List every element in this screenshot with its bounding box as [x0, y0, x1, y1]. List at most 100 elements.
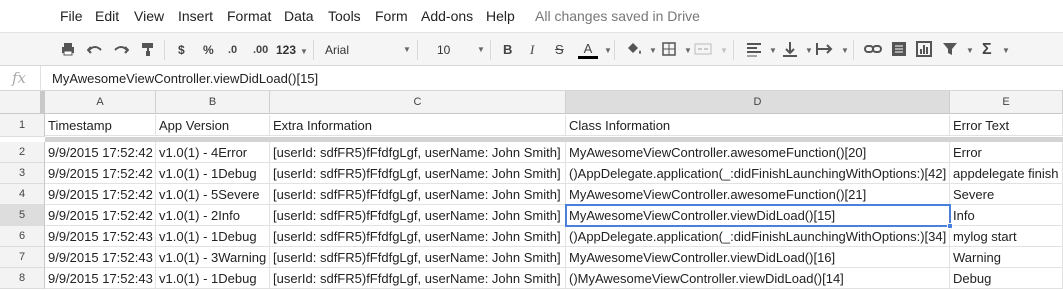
toolbar-divider [733, 40, 734, 60]
chevron-down-icon: ▼ [805, 46, 813, 55]
cell-a3[interactable]: 9/9/2015 17:52:42 [45, 163, 156, 184]
undo-icon[interactable] [87, 41, 103, 59]
cell-a7[interactable]: 9/9/2015 17:52:43 [45, 247, 156, 268]
menu-data[interactable]: Data [284, 8, 314, 24]
horizontal-align-icon[interactable] [746, 41, 762, 59]
column-header-b[interactable]: B [156, 91, 270, 114]
column-header-c[interactable]: C [270, 91, 566, 114]
redo-icon[interactable] [113, 41, 129, 59]
cell-c2[interactable]: [userId: sdfFR5)fFfdfgLgf, userName: Joh… [270, 142, 566, 163]
paint-format-icon[interactable] [140, 41, 156, 59]
cell-c4[interactable]: [userId: sdfFR5)fFfdfgLgf, userName: Joh… [270, 184, 566, 205]
decrease-decimal-button[interactable]: .0 [228, 41, 237, 59]
print-icon[interactable] [60, 41, 76, 59]
insert-comment-icon[interactable] [891, 41, 907, 59]
font-size-dropdown[interactable]: 10 ▼ [437, 41, 487, 59]
chevron-down-icon: ▼ [684, 46, 692, 55]
filter-icon[interactable] [942, 41, 958, 59]
menu-tools[interactable]: Tools [328, 8, 361, 24]
cell-d3[interactable]: ()AppDelegate.application(_:didFinishLau… [566, 163, 950, 184]
menu-format[interactable]: Format [227, 8, 271, 24]
cell-b1[interactable]: App Version [156, 115, 270, 136]
column-header-e[interactable]: E [950, 91, 1063, 114]
functions-button[interactable]: Σ [982, 41, 992, 59]
row-header-3[interactable]: 3 [0, 163, 45, 184]
cell-d7[interactable]: MyAwesomeViewController.viewDidLoad()[16… [566, 247, 950, 268]
chevron-down-icon: ▼ [1002, 46, 1010, 55]
text-color-button[interactable]: A [578, 41, 598, 59]
cell-a6[interactable]: 9/9/2015 17:52:43 [45, 226, 156, 247]
number-format-dropdown[interactable]: 123 ▼ [276, 41, 308, 59]
save-status: All changes saved in Drive [535, 8, 700, 24]
insert-chart-icon[interactable] [916, 41, 932, 59]
row-header-5[interactable]: 5 [0, 205, 45, 226]
text-wrap-icon[interactable] [815, 41, 835, 59]
cell-c7[interactable]: [userId: sdfFR5)fFfdfgLgf, userName: Joh… [270, 247, 566, 268]
fx-icon: fx [12, 69, 27, 87]
cell-c8[interactable]: [userId: sdfFR5)fFfdfgLgf, userName: Joh… [270, 268, 566, 289]
cell-e6[interactable]: mylog start [950, 226, 1063, 247]
cell-d1[interactable]: Class Information [566, 115, 950, 136]
cell-a4[interactable]: 9/9/2015 17:52:42 [45, 184, 156, 205]
column-header-d[interactable]: D [566, 91, 950, 114]
menu-view[interactable]: View [134, 8, 164, 24]
column-header-a[interactable]: A [45, 91, 156, 114]
fill-color-icon[interactable] [625, 41, 643, 59]
cell-c5[interactable]: [userId: sdfFR5)fFfdfgLgf, userName: Joh… [270, 205, 566, 226]
menu-form[interactable]: Form [375, 8, 408, 24]
menu-insert[interactable]: Insert [178, 8, 213, 24]
cell-a8[interactable]: 9/9/2015 17:52:43 [45, 268, 156, 289]
row-header-1[interactable]: 1 [0, 114, 45, 137]
cell-b7[interactable]: v1.0(1) - 3Warning [156, 247, 270, 268]
cell-b3[interactable]: v1.0(1) - 1Debug [156, 163, 270, 184]
menu-edit[interactable]: Edit [95, 8, 119, 24]
merge-cells-icon[interactable] [694, 41, 712, 59]
cell-d2[interactable]: MyAwesomeViewController.awesomeFunction(… [566, 142, 950, 163]
insert-link-icon[interactable] [864, 41, 882, 59]
cell-e5[interactable]: Info [950, 205, 1063, 226]
italic-button[interactable]: I [530, 41, 534, 59]
cell-a1[interactable]: Timestamp [45, 115, 156, 136]
increase-decimal-button[interactable]: .00 [253, 41, 268, 59]
currency-format-button[interactable]: $ [178, 41, 185, 59]
cell-a2[interactable]: 9/9/2015 17:52:42 [45, 142, 156, 163]
percent-format-button[interactable]: % [203, 41, 214, 59]
cell-e4[interactable]: Severe [950, 184, 1063, 205]
vertical-align-icon[interactable] [782, 41, 798, 59]
menu-addons[interactable]: Add-ons [421, 8, 473, 24]
cell-e2[interactable]: Error [950, 142, 1063, 163]
cell-a5[interactable]: 9/9/2015 17:52:42 [45, 205, 156, 226]
bold-button[interactable]: B [503, 41, 512, 59]
cell-b2[interactable]: v1.0(1) - 4Error [156, 142, 270, 163]
fill-handle[interactable] [947, 223, 953, 229]
cell-e3[interactable]: appdelegate finish [950, 163, 1063, 184]
strikethrough-button[interactable]: S [555, 41, 564, 59]
toolbar-divider [614, 40, 615, 60]
menu-bar: File Edit View Insert Format Data Tools … [0, 0, 1063, 32]
cell-d8[interactable]: ()MyAwesomeViewController.viewDidLoad()[… [566, 268, 950, 289]
row-header-7[interactable]: 7 [0, 247, 45, 268]
font-family-dropdown[interactable]: Arial ▼ [325, 41, 411, 59]
cell-d4[interactable]: MyAwesomeViewController.awesomeFunction(… [566, 184, 950, 205]
cell-d6[interactable]: ()AppDelegate.application(_:didFinishLau… [566, 226, 950, 247]
cell-c1[interactable]: Extra Information [270, 115, 566, 136]
row-header-4[interactable]: 4 [0, 184, 45, 205]
formula-input[interactable]: MyAwesomeViewController.viewDidLoad()[15… [52, 71, 318, 86]
chevron-down-icon: ▼ [477, 45, 485, 54]
borders-icon[interactable] [661, 41, 677, 59]
cell-c6[interactable]: [userId: sdfFR5)fFfdfgLgf, userName: Joh… [270, 226, 566, 247]
menu-help[interactable]: Help [486, 8, 515, 24]
row-header-2[interactable]: 2 [0, 142, 45, 163]
cell-e1[interactable]: Error Text [950, 115, 1063, 136]
cell-b4[interactable]: v1.0(1) - 5Severe [156, 184, 270, 205]
cell-c3[interactable]: [userId: sdfFR5)fFfdfgLgf, userName: Joh… [270, 163, 566, 184]
row-header-6[interactable]: 6 [0, 226, 45, 247]
row-header-8[interactable]: 8 [0, 268, 45, 289]
cell-e7[interactable]: Warning [950, 247, 1063, 268]
menu-file[interactable]: File [60, 8, 83, 24]
cell-b8[interactable]: v1.0(1) - 1Debug [156, 268, 270, 289]
cell-b6[interactable]: v1.0(1) - 1Debug [156, 226, 270, 247]
select-all-corner[interactable] [0, 91, 45, 114]
cell-b5[interactable]: v1.0(1) - 2Info [156, 205, 270, 226]
cell-e8[interactable]: Debug [950, 268, 1063, 289]
